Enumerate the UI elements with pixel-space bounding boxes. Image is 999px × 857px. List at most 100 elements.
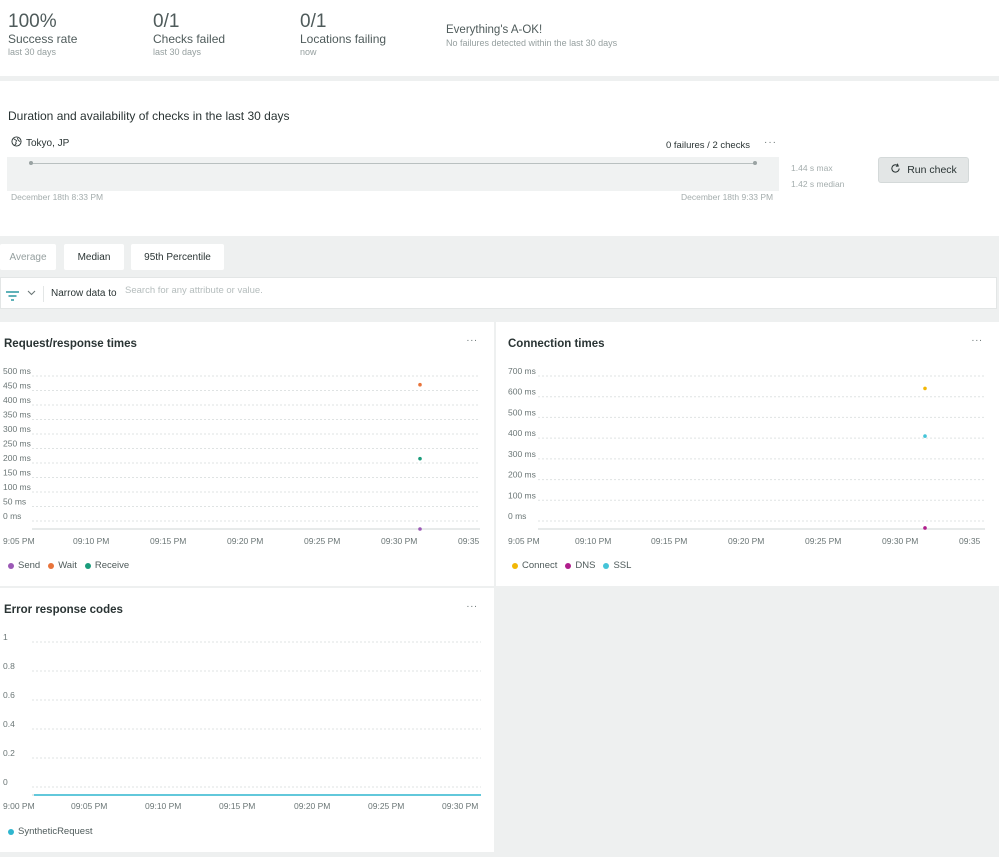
y-tick-label: 1 [3, 632, 8, 642]
legend-label: Receive [94, 560, 130, 571]
success-rate-label: Success rate [8, 32, 78, 46]
run-check-label: Run check [907, 164, 957, 176]
availability-line [31, 163, 755, 164]
locations-failing-value: 0/1 [300, 11, 327, 32]
x-tick-label: 09:30 PM [381, 536, 417, 546]
end-date: December 18th 9:33 PM [681, 192, 774, 202]
error-codes-chart: 0 0.2 0.4 0.6 0.8 1 9:00 PM 09:05 PM 09:10 PM 09:… [3, 632, 481, 811]
y-tick-label: 0 [3, 777, 8, 787]
tab-95th-percentile[interactable]: 95th Percentile [131, 244, 224, 270]
duration-title: Duration and availability of checks in t… [8, 109, 290, 123]
error-codes-legend: SyntheticRequest [8, 826, 92, 837]
data-point-ssl[interactable] [923, 434, 927, 438]
duration-median: 1.42 s median [791, 179, 845, 189]
x-tick-label: 9:05 PM [3, 536, 35, 546]
y-tick-label: 700 ms [508, 366, 536, 376]
data-point-send[interactable] [418, 527, 422, 531]
y-tick-label: 100 ms [508, 490, 536, 500]
request-response-panel: Request/response times ··· 0 ms 50 ms 100 … [0, 322, 494, 586]
legend-item-receive[interactable]: Receive [84, 560, 130, 571]
legend-swatch [8, 562, 14, 569]
x-tick-label: 09:15 PM [219, 801, 255, 811]
legend-item-connect[interactable]: Connect [512, 560, 557, 571]
data-point-dns[interactable] [923, 526, 927, 530]
y-tick-label: 0.4 [3, 719, 15, 729]
legend-item-send[interactable]: Send [8, 560, 40, 571]
narrow-data-label: Narrow data to [51, 288, 117, 299]
check-dot-end[interactable] [753, 161, 757, 165]
legend-item-dns[interactable]: DNS [565, 560, 595, 571]
data-point-connect[interactable] [923, 386, 927, 391]
checks-failed-label: Checks failed [153, 32, 226, 46]
chevron-down-icon[interactable] [27, 288, 36, 299]
legend-swatch [512, 562, 518, 569]
legend-swatch [84, 562, 91, 569]
globe-icon [11, 136, 22, 150]
data-point-wait[interactable] [418, 382, 422, 387]
x-tick-label: 09:10 PM [145, 801, 181, 811]
locations-failing-sub: now [300, 47, 317, 57]
refresh-icon [890, 163, 901, 177]
legend-label: Connect [522, 560, 558, 571]
checks-failed-sub: last 30 days [153, 47, 202, 57]
legend-label: SSL [613, 560, 632, 571]
legend-item-syntheticrequest[interactable]: SyntheticRequest [8, 826, 92, 837]
x-tick-label: 09:10 PM [73, 536, 109, 546]
empty-panel-area [496, 588, 999, 857]
y-tick-label: 200 ms [3, 453, 31, 463]
status-message: Everything's A-OK! No failures detected … [446, 23, 617, 49]
location-more-button[interactable]: ··· [764, 137, 777, 148]
start-date: December 18th 8:33 PM [11, 192, 104, 202]
y-tick-label: 450 ms [3, 381, 31, 391]
y-tick-label: 200 ms [508, 470, 536, 480]
summary-strip: 100% Success rate last 30 days 0/1 Check… [0, 0, 999, 76]
legend-item-ssl[interactable]: SSL [603, 560, 631, 571]
y-tick-label: 300 ms [508, 449, 536, 459]
x-tick-label: 09:25 PM [368, 801, 404, 811]
check-dot-start[interactable] [29, 161, 33, 165]
tab-average[interactable]: Average [0, 244, 56, 270]
connection-legend: Connect DNS SSL [512, 560, 631, 571]
y-tick-label: 50 ms [3, 497, 26, 507]
x-tick-label: 09:05 PM [71, 801, 107, 811]
success-rate-sub: last 30 days [8, 47, 57, 57]
y-tick-label: 0.6 [3, 690, 15, 700]
success-rate-stat: 100% Success rate last 30 days [8, 11, 77, 58]
x-tick-label: 09:10 PM [575, 536, 611, 546]
connection-panel: Connection times ··· 0 ms 100 ms 200 ms 300… [496, 322, 999, 586]
duration-max: 1.44 s max [791, 163, 833, 173]
y-tick-label: 300 ms [3, 424, 31, 434]
request-response-legend: Send Wait Receive [8, 560, 129, 571]
y-tick-label: 0.2 [3, 748, 15, 758]
x-tick-label: 09:25 PM [805, 536, 841, 546]
run-check-button[interactable]: Run check [878, 157, 969, 183]
x-tick-label: 09:20 PM [728, 536, 764, 546]
y-tick-label: 250 ms [3, 439, 31, 449]
availability-track [7, 157, 779, 191]
y-tick-label: 600 ms [508, 387, 536, 397]
legend-item-wait[interactable]: Wait [48, 560, 77, 571]
x-tick-label: 09:25 PM [304, 536, 340, 546]
y-tick-label: 500 ms [3, 366, 31, 376]
data-point-receive[interactable] [418, 456, 422, 461]
connection-chart: 0 ms 100 ms 200 ms 300 ms 400 ms 500 ms 600 ms… [508, 366, 985, 546]
legend-swatch [48, 562, 55, 569]
y-tick-label: 400 ms [3, 395, 31, 405]
filter-search-input[interactable] [125, 285, 525, 296]
filter-icon[interactable] [6, 288, 19, 306]
filter-bar: Narrow data to [0, 277, 997, 309]
tab-median[interactable]: Median [64, 244, 124, 270]
legend-swatch [8, 828, 14, 835]
status-sub: No failures detected within the last 30 … [446, 38, 618, 48]
y-tick-label: 500 ms [508, 407, 536, 417]
x-tick-label: 09:30 PM [442, 801, 478, 811]
locations-failing-label: Locations failing [300, 32, 387, 46]
x-tick-label: 09:35 [959, 536, 981, 546]
duration-section: Duration and availability of checks in t… [0, 81, 999, 236]
y-tick-label: 400 ms [508, 428, 536, 438]
y-tick-label: 350 ms [3, 410, 31, 420]
x-tick-label: 09:35 [458, 536, 480, 546]
location-label: Tokyo, JP [26, 137, 70, 149]
legend-label: Send [18, 560, 41, 571]
y-tick-label: 0 ms [3, 511, 21, 521]
